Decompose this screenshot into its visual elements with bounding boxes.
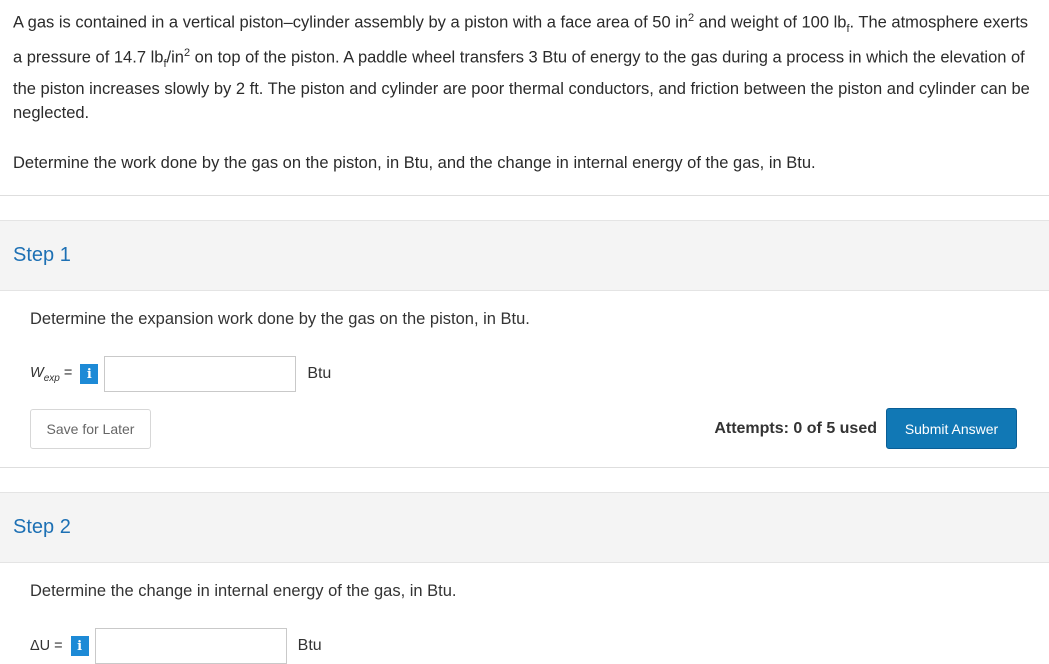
problem-statement: A gas is contained in a vertical piston–…	[0, 0, 1049, 175]
step1-answer-row: Wexp = i Btu	[30, 356, 1019, 393]
info-icon[interactable]: i	[70, 636, 89, 657]
step1-variable-label: Wexp =	[30, 365, 72, 384]
step2-question: Determine the change in internal energy …	[30, 582, 457, 601]
divider	[0, 195, 1049, 197]
problem-text-segment: A gas is contained in a vertical piston–…	[13, 13, 689, 32]
step1-title: Step 1	[13, 244, 71, 267]
step1-answer-input[interactable]	[104, 356, 297, 393]
problem-question: Determine the work done by the gas on th…	[13, 153, 816, 172]
step1-submit-area: Attempts: 0 of 5 used Submit Answer	[714, 408, 1017, 450]
submit-answer-button[interactable]: Submit Answer	[886, 408, 1017, 450]
step1-body: Determine the expansion work done by the…	[0, 291, 1049, 450]
step1-actions: Save for Later Attempts: 0 of 5 used Sub…	[30, 408, 1018, 450]
step2-title: Step 2	[13, 516, 71, 539]
info-icon[interactable]: i	[80, 364, 99, 385]
save-for-later-button[interactable]: Save for Later	[30, 408, 151, 449]
step1-header[interactable]: Step 1	[0, 220, 1049, 292]
var-sub: exp	[43, 372, 60, 384]
attempts-counter: Attempts: 0 of 5 used	[714, 419, 877, 437]
step2-body: Determine the change in internal energy …	[0, 563, 1049, 664]
problem-paragraph: A gas is contained in a vertical piston–…	[13, 6, 1037, 126]
step2-header[interactable]: Step 2	[0, 492, 1049, 564]
step2-answer-row: ΔU = i Btu	[30, 628, 1019, 664]
equals-sign: =	[59, 364, 73, 381]
step2-variable-label: ΔU =	[30, 638, 63, 655]
step2-unit: Btu	[297, 637, 322, 655]
step2-answer-input[interactable]	[94, 628, 287, 664]
problem-text-segment: /in	[166, 48, 184, 67]
step1-unit: Btu	[307, 365, 332, 383]
var-main: W	[30, 364, 44, 381]
divider	[0, 467, 1049, 469]
problem-text-segment: and weight of 100 lb	[694, 13, 847, 32]
step1-question: Determine the expansion work done by the…	[30, 310, 530, 329]
